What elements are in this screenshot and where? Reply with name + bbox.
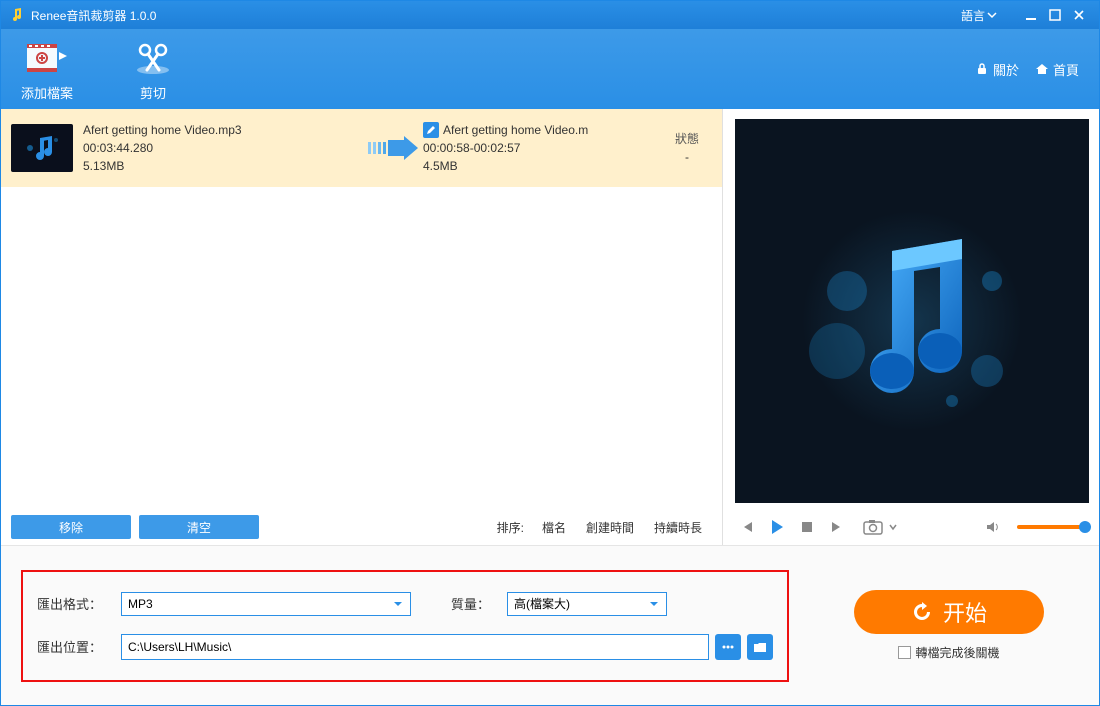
refresh-icon <box>911 601 933 623</box>
app-logo-icon <box>9 7 25 23</box>
main-toolbar: 添加檔案 剪切 關於 首頁 <box>1 29 1099 109</box>
format-value: MP3 <box>128 597 153 611</box>
titlebar: Renee音訊裁剪器 1.0.0 語言 <box>1 1 1099 29</box>
source-duration: 00:03:44.280 <box>83 139 363 157</box>
status-column: 狀態 - <box>662 130 712 166</box>
output-actions: 开始 轉檔完成後關機 <box>819 590 1079 661</box>
home-link[interactable]: 首頁 <box>1035 60 1079 79</box>
chevron-down-icon <box>985 8 999 22</box>
file-list: Afert getting home Video.mp3 00:03:44.28… <box>1 109 722 509</box>
start-button[interactable]: 开始 <box>854 590 1044 634</box>
start-label: 开始 <box>943 596 987 628</box>
output-range: 00:00:58-00:02:57 <box>423 139 662 157</box>
output-size: 4.5MB <box>423 157 662 175</box>
list-footer: 移除 清空 排序: 檔名 創建時間 持續時長 <box>1 509 722 545</box>
shutdown-checkbox[interactable] <box>898 646 911 659</box>
snapshot-button[interactable] <box>861 515 885 539</box>
quality-combo[interactable]: 高(檔案大) <box>507 592 667 616</box>
sort-by-name[interactable]: 檔名 <box>542 519 566 536</box>
arrow-icon <box>363 136 423 160</box>
music-note-art <box>792 191 1032 431</box>
file-thumbnail <box>11 124 73 172</box>
lock-icon <box>975 62 989 76</box>
window-title: Renee音訊裁剪器 1.0.0 <box>31 7 156 24</box>
format-combo[interactable]: MP3 <box>121 592 411 616</box>
edit-icon[interactable] <box>423 122 439 138</box>
output-info: Afert getting home Video.m 00:00:58-00:0… <box>423 121 662 175</box>
player-controls <box>723 509 1099 545</box>
sort-by-ctime[interactable]: 創建時間 <box>586 519 634 536</box>
location-label: 匯出位置： <box>37 637 121 656</box>
player-next-button[interactable] <box>825 515 849 539</box>
close-button[interactable] <box>1067 5 1091 25</box>
player-prev-button[interactable] <box>735 515 759 539</box>
chevron-down-icon <box>392 598 404 610</box>
player-play-button[interactable] <box>765 515 789 539</box>
source-filename: Afert getting home Video.mp3 <box>83 121 363 139</box>
location-input[interactable]: C:\Users\LH\Music\ <box>121 634 709 660</box>
maximize-button[interactable] <box>1043 5 1067 25</box>
add-file-button[interactable]: 添加檔案 <box>21 37 73 102</box>
cut-label: 剪切 <box>140 83 166 102</box>
source-info: Afert getting home Video.mp3 00:03:44.28… <box>83 121 363 175</box>
volume-slider[interactable] <box>1017 525 1087 529</box>
preview-panel <box>723 109 1099 545</box>
remove-button[interactable]: 移除 <box>11 515 131 539</box>
more-path-button[interactable] <box>715 634 741 660</box>
source-size: 5.13MB <box>83 157 363 175</box>
scissors-icon <box>133 37 173 79</box>
add-file-icon <box>25 37 69 79</box>
snapshot-menu-button[interactable] <box>887 515 899 539</box>
add-file-label: 添加檔案 <box>21 83 73 102</box>
content-area: Afert getting home Video.mp3 00:03:44.28… <box>1 109 1099 545</box>
status-value: - <box>662 148 712 166</box>
quality-label: 質量： <box>451 594 507 613</box>
language-label: 語言 <box>961 7 985 24</box>
output-settings-box: 匯出格式： MP3 質量： 高(檔案大) 匯出位置： C:\Users\LH\M… <box>21 570 789 682</box>
output-filename: Afert getting home Video.m <box>443 121 588 139</box>
clear-button[interactable]: 清空 <box>139 515 259 539</box>
home-icon <box>1035 62 1049 76</box>
about-link[interactable]: 關於 <box>975 60 1019 79</box>
status-header: 狀態 <box>662 130 712 148</box>
quality-value: 高(檔案大) <box>514 595 570 612</box>
preview-area <box>735 119 1089 503</box>
language-menu[interactable]: 語言 <box>961 7 999 24</box>
sort-by-duration[interactable]: 持續時長 <box>654 519 702 536</box>
app-window: Renee音訊裁剪器 1.0.0 語言 <box>0 0 1100 706</box>
shutdown-label: 轉檔完成後關機 <box>915 644 999 661</box>
output-section: 匯出格式： MP3 質量： 高(檔案大) 匯出位置： C:\Users\LH\M… <box>1 545 1099 705</box>
player-stop-button[interactable] <box>795 515 819 539</box>
sort-label: 排序: <box>497 519 524 536</box>
format-label: 匯出格式： <box>37 594 121 613</box>
file-row[interactable]: Afert getting home Video.mp3 00:03:44.28… <box>1 109 722 187</box>
minimize-button[interactable] <box>1019 5 1043 25</box>
cut-button[interactable]: 剪切 <box>133 37 173 102</box>
file-list-panel: Afert getting home Video.mp3 00:03:44.28… <box>1 109 723 545</box>
volume-icon[interactable] <box>981 515 1005 539</box>
chevron-down-icon <box>648 598 660 610</box>
browse-folder-button[interactable] <box>747 634 773 660</box>
